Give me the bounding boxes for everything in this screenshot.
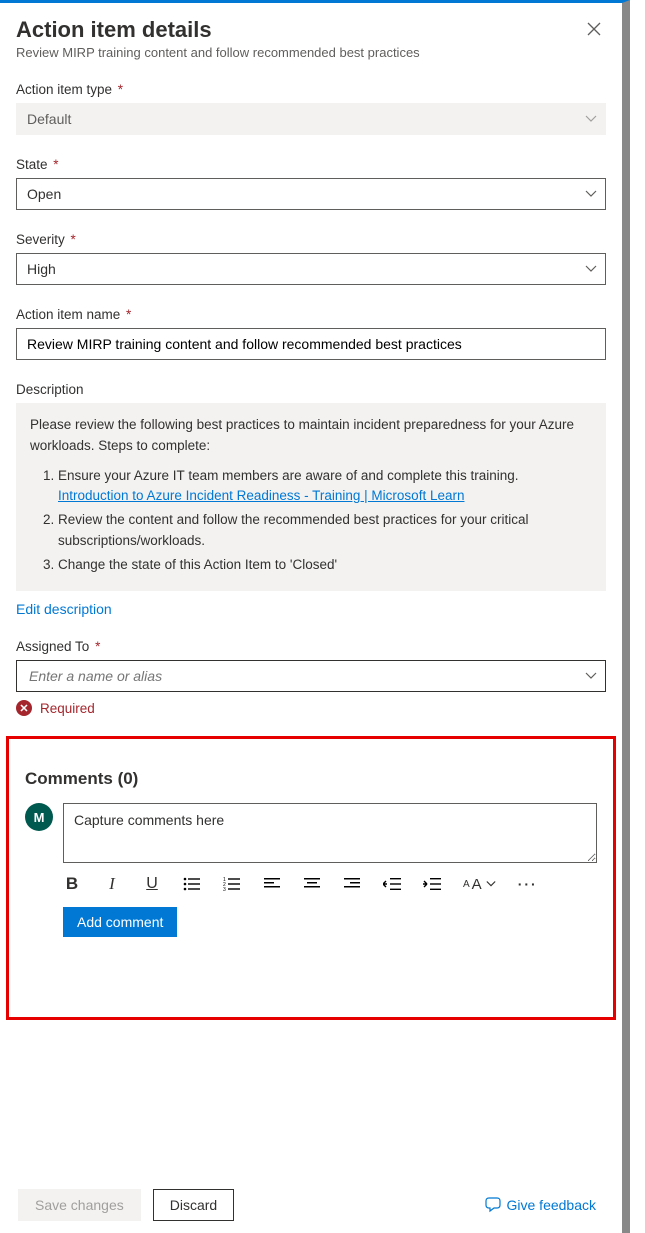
state-label: State * <box>16 157 606 172</box>
underline-button[interactable]: U <box>143 873 161 895</box>
panel-footer: Save changes Discard Give feedback <box>0 1177 614 1233</box>
bold-button[interactable]: B <box>63 873 81 895</box>
comments-section-highlight: Comments (0) M Capture comments here B I… <box>6 736 616 1020</box>
chevron-down-icon <box>585 113 597 125</box>
description-label: Description <box>16 382 606 397</box>
outdent-button[interactable] <box>383 873 401 895</box>
description-intro: Please review the following best practic… <box>30 415 592 456</box>
assigned-input-wrap[interactable] <box>16 660 606 692</box>
align-center-button[interactable] <box>303 873 321 895</box>
add-comment-button[interactable]: Add comment <box>63 907 177 937</box>
assigned-error: ✕ Required <box>16 700 606 716</box>
close-button[interactable] <box>582 17 606 41</box>
feedback-label: Give feedback <box>507 1197 597 1213</box>
name-input-wrap[interactable] <box>16 328 606 360</box>
severity-value: High <box>27 261 56 277</box>
align-right-button[interactable] <box>343 873 361 895</box>
svg-text:3: 3 <box>223 887 226 891</box>
assigned-error-text: Required <box>40 701 95 716</box>
discard-button[interactable]: Discard <box>153 1189 234 1221</box>
action-item-panel: Action item details Review MIRP training… <box>0 0 630 1233</box>
chevron-down-icon <box>585 670 597 682</box>
chevron-down-icon <box>585 263 597 275</box>
type-select: Default <box>16 103 606 135</box>
state-select[interactable]: Open <box>16 178 606 210</box>
comment-editor[interactable]: Capture comments here <box>63 803 597 863</box>
description-box: Please review the following best practic… <box>16 403 606 591</box>
italic-button[interactable]: I <box>103 873 121 895</box>
avatar: M <box>25 803 53 831</box>
training-link[interactable]: Introduction to Azure Incident Readiness… <box>58 488 464 503</box>
font-size-button[interactable]: AA <box>463 873 496 895</box>
panel-title: Action item details <box>16 17 212 43</box>
description-step-2: Review the content and follow the recomm… <box>58 510 592 551</box>
align-left-button[interactable] <box>263 873 281 895</box>
save-button[interactable]: Save changes <box>18 1189 141 1221</box>
error-icon: ✕ <box>16 700 32 716</box>
comments-heading: Comments (0) <box>25 769 597 789</box>
name-label: Action item name * <box>16 307 606 322</box>
severity-label: Severity * <box>16 232 606 247</box>
description-step-1: Ensure your Azure IT team members are aw… <box>58 466 592 507</box>
assigned-input[interactable] <box>27 667 575 685</box>
editor-toolbar: B I U 123 AA <box>25 863 597 907</box>
state-value: Open <box>27 186 61 202</box>
more-options-button[interactable]: ··· <box>518 873 538 895</box>
panel-subtitle: Review MIRP training content and follow … <box>16 45 606 60</box>
bullet-list-button[interactable] <box>183 873 201 895</box>
feedback-icon <box>485 1197 501 1213</box>
name-input[interactable] <box>27 336 575 352</box>
description-step-3: Change the state of this Action Item to … <box>58 555 592 575</box>
assigned-label: Assigned To * <box>16 639 606 654</box>
type-value: Default <box>27 111 71 127</box>
indent-button[interactable] <box>423 873 441 895</box>
type-label: Action item type * <box>16 82 606 97</box>
give-feedback-link[interactable]: Give feedback <box>485 1197 597 1213</box>
numbered-list-button[interactable]: 123 <box>223 873 241 895</box>
edit-description-link[interactable]: Edit description <box>16 601 112 617</box>
chevron-down-icon <box>585 188 597 200</box>
severity-select[interactable]: High <box>16 253 606 285</box>
